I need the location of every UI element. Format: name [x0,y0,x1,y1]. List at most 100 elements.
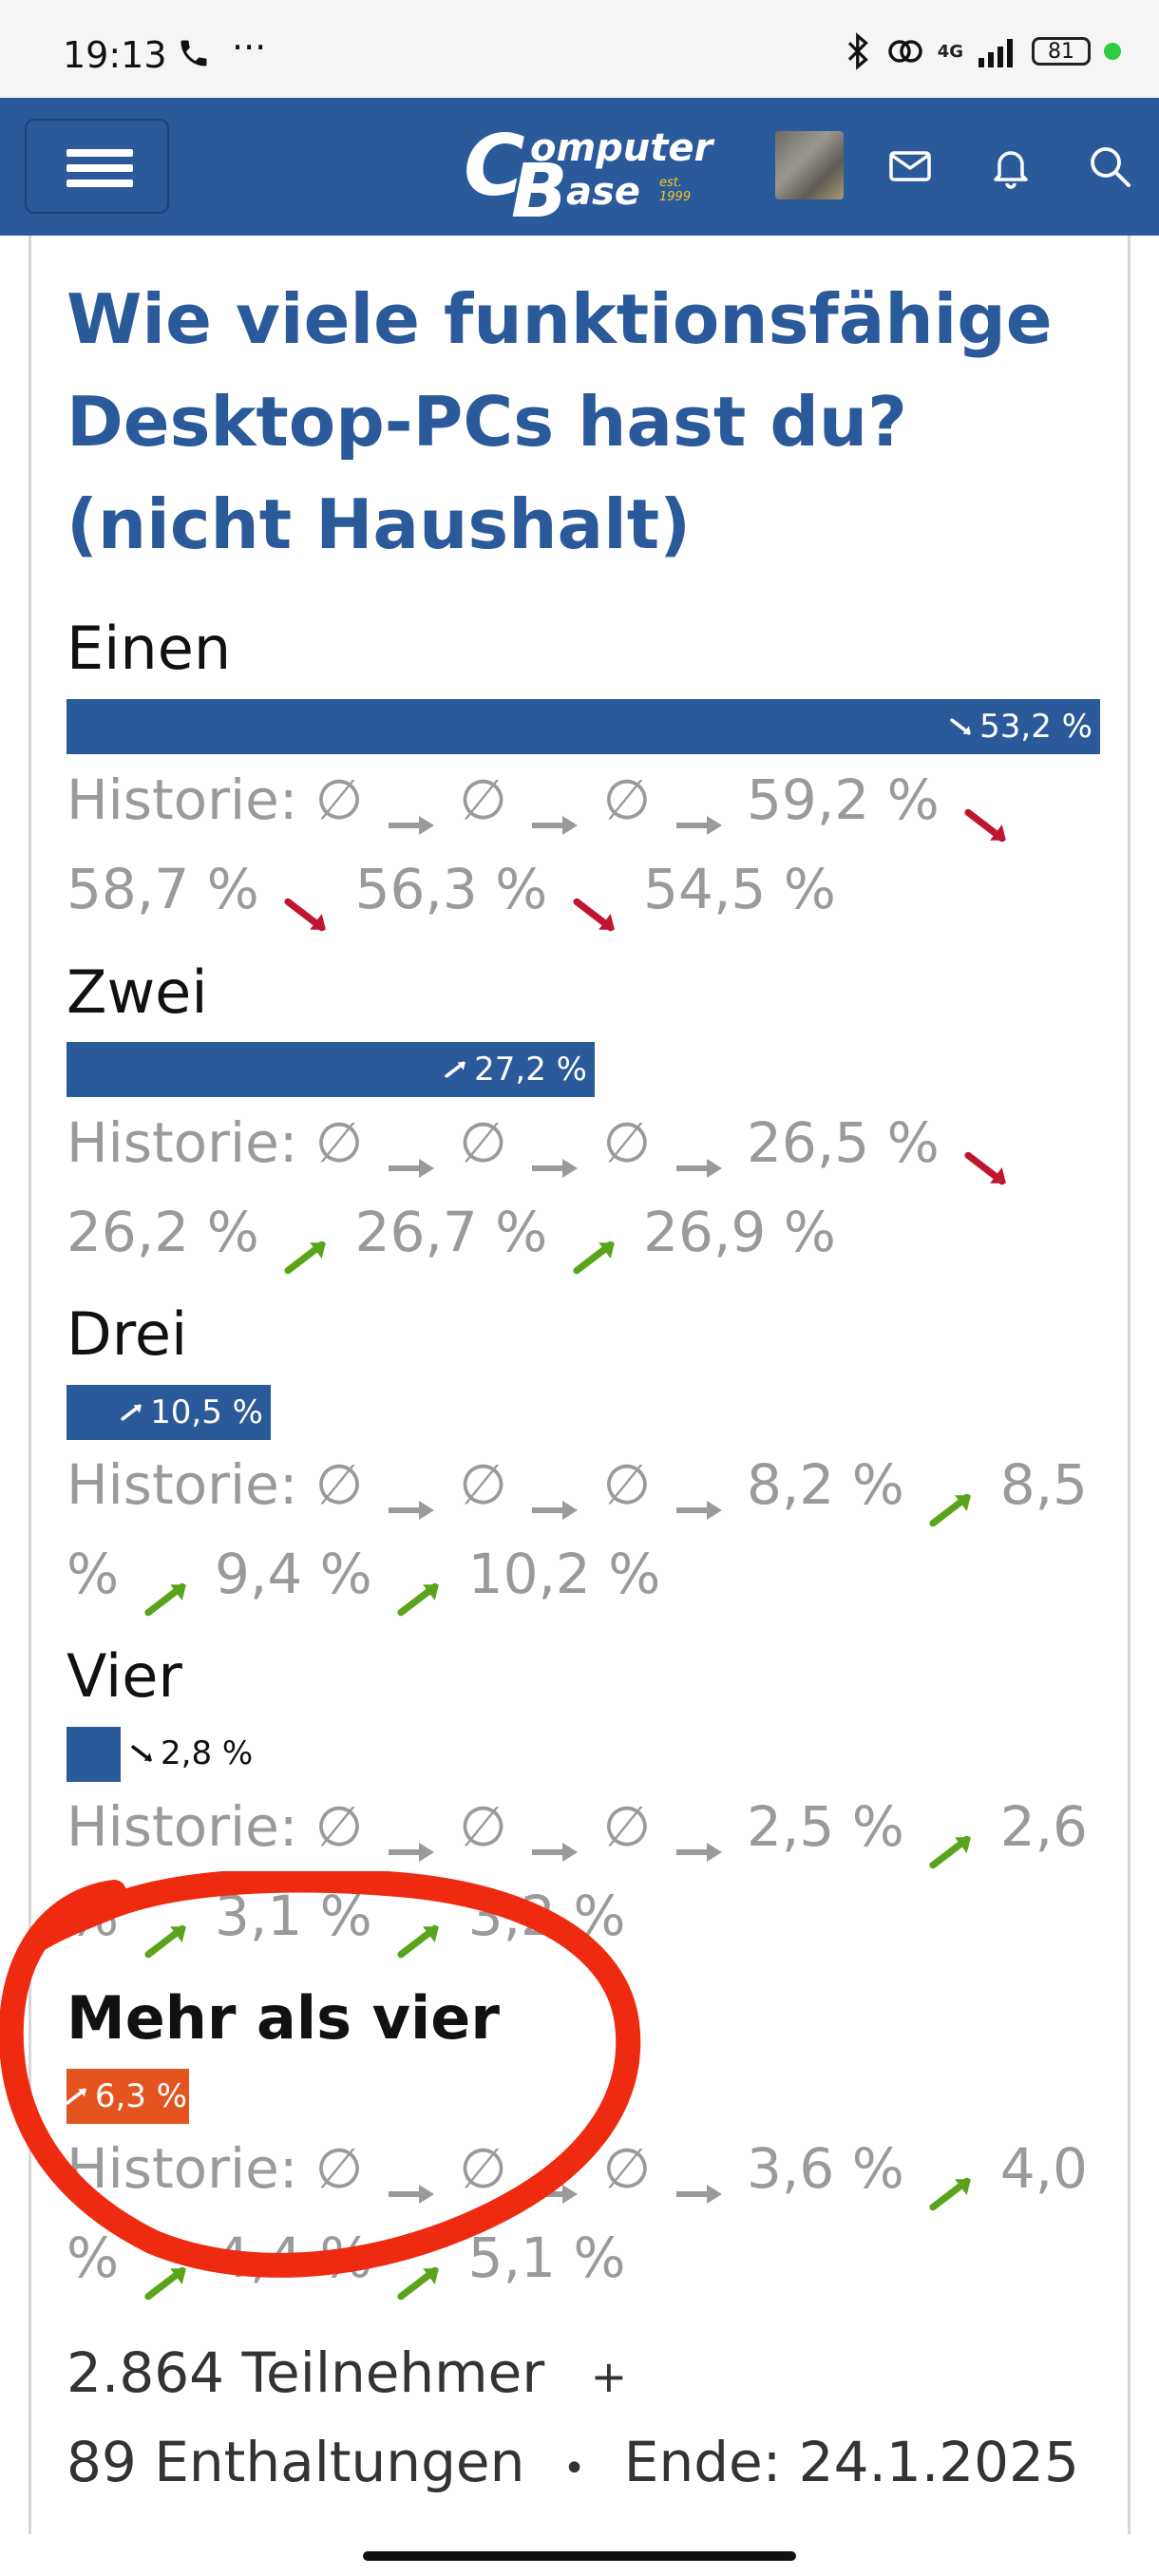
bar-value-zwei: 27,2 % [444,1051,587,1089]
status-time: 19:13 [63,34,167,76]
search-icon[interactable] [1081,138,1138,195]
bar-value-drei: 10,5 % [120,1393,263,1431]
history-trend-down-icon [569,872,622,932]
history-value: ∅ [314,1110,364,1175]
history-value: 26,7 % [354,1200,548,1264]
history-value: 3,1 % [215,1884,372,1948]
history-arrow-icon [528,1126,581,1178]
history-value: 5,1 % [467,2226,626,2290]
logo-text-2: ase [566,170,640,214]
history-trend-up-icon [925,1468,978,1527]
history-value: 59,2 % [747,767,940,832]
percent-zwei: 27,2 % [474,1051,587,1089]
history-arrow-icon [673,1126,726,1178]
plus-sign: + [590,2351,628,2402]
network-type: 4G [937,41,963,62]
history-arrow-icon [673,1468,726,1520]
percent-drei: 10,5 % [150,1393,263,1431]
history-trend-up-icon [925,1809,978,1869]
option-label-zwei: Zwei [66,957,208,1027]
history-value: ∅ [459,1452,507,1517]
history-value: 26,2 % [66,1200,259,1264]
history-trend-up-icon [925,2151,978,2211]
history-trend-up-icon [393,1899,446,1959]
history-arrow-icon [673,783,726,835]
history-trend-up-icon [393,2241,446,2301]
history-value: ∅ [602,1110,652,1175]
trend-down-icon [949,716,974,737]
trend-up-icon [444,1059,468,1080]
poll-end-date: Ende: 24.1.2025 [623,2430,1079,2494]
menu-button[interactable] [25,119,169,214]
history-arrow-icon [528,783,581,835]
history-trend-up-icon [393,1557,446,1617]
trend-up-icon [120,1402,144,1423]
history-arrow-icon [528,1468,581,1520]
mail-icon[interactable] [882,138,939,195]
history-trend-up-icon [141,2241,194,2301]
history-value: ∅ [314,1794,364,1859]
bullet-separator: • [562,2447,586,2491]
logo-est: est. 1999 [659,176,692,204]
bar-value-vier: 2,8 % [130,1734,253,1772]
trend-up-icon [65,2086,89,2107]
history-prefix: Historie: [66,767,298,832]
history-arrow-icon [673,2151,726,2204]
history-value: ∅ [602,2136,652,2201]
history-trend-up-icon [280,1215,333,1275]
history-trend-up-icon [569,1215,622,1275]
participants-count: 2.864 Teilnehmer [66,2340,545,2405]
phone-icon [180,40,207,66]
signal-icon [978,39,1013,67]
result-bar-einen: 53,2 % [66,699,1100,754]
history-trend-down-icon [960,1126,1014,1185]
option-label-einen: Einen [66,614,232,683]
history-trend-down-icon [960,783,1014,843]
percent-mehr-als-vier: 6,3 % [94,2077,187,2115]
history-arrow-icon [673,1809,726,1862]
abstentions-count: 89 Enthaltungen [66,2430,525,2494]
menu-icon-line [66,164,133,172]
history-arrow-icon [528,1809,581,1862]
history-einen: Historie: ∅ ∅ ∅ 59,2 % 58,7 % 56,3 % 54,… [66,755,1092,934]
participants-line: 2.864 Teilnehmer + [66,2340,627,2405]
abstentions-line: 89 Enthaltungen • Ende: 24.1.2025 [66,2430,1079,2494]
history-value: 3,6 % [747,2136,904,2201]
history-prefix: Historie: [66,2136,298,2201]
history-arrow-icon [385,1468,438,1520]
history-value: 26,9 % [643,1200,836,1264]
option-label-vier: Vier [66,1641,182,1711]
avatar[interactable] [775,131,844,199]
bell-icon[interactable] [982,138,1039,195]
history-value: ∅ [602,1794,652,1859]
option-label-mehr-als-vier: Mehr als vier [66,1983,500,2053]
history-prefix: Historie: [66,1110,298,1175]
history-vier: Historie: ∅ ∅ ∅ 2,5 % 2,6 % 3,1 % 3,2 % [66,1782,1092,1960]
history-value: ∅ [459,1794,507,1859]
menu-icon [66,149,133,157]
trend-down-icon [130,1743,155,1764]
poll-title: Wie viele funktionsfähige Desktop-PCs ha… [66,279,1053,564]
battery-level: 81 [1048,39,1074,64]
percent-einen: 53,2 % [979,708,1092,746]
option-label-drei: Drei [66,1299,188,1369]
history-value: ∅ [459,2136,507,2201]
status-bar: 19:13 ··· 4G 81 [0,0,1159,98]
home-indicator[interactable] [363,2551,796,2561]
menu-icon-line [66,180,133,187]
history-arrow-icon [528,2151,581,2204]
history-value: ∅ [314,767,364,832]
computerbase-logo[interactable]: C omputer B ase est. 1999 [464,117,712,235]
history-value: 56,3 % [354,857,548,921]
history-value: ∅ [459,767,507,832]
history-value: 4,4 % [215,2226,372,2290]
result-bar-zwei: 27,2 % [66,1042,595,1097]
history-value: 2,5 % [747,1794,904,1859]
history-value: 10,2 % [467,1542,661,1606]
history-value: ∅ [314,2136,364,2201]
history-trend-up-icon [141,1899,194,1959]
history-value: 26,5 % [747,1110,940,1175]
history-prefix: Historie: [66,1794,298,1859]
hotspot-icon [887,40,922,63]
bar-value-mehr-als-vier: 6,3 % [65,2077,187,2115]
